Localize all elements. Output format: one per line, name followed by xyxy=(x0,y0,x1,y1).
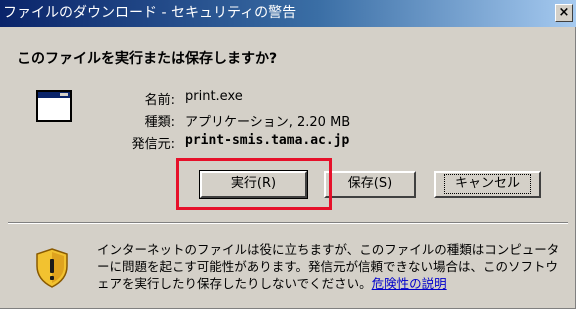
cancel-button-label: キャンセル xyxy=(443,174,531,194)
name-value: print.exe xyxy=(185,89,243,104)
close-icon: × xyxy=(558,5,570,20)
file-download-dialog: ファイルのダウンロード - セキュリティの警告 × このファイルを実行または保存… xyxy=(0,0,576,309)
type-value: アプリケーション, 2.20 MB xyxy=(185,115,351,130)
from-value: print-smis.tama.ac.jp xyxy=(185,133,350,148)
window-title: ファイルのダウンロード - セキュリティの警告 xyxy=(3,5,297,21)
name-label: 名前: xyxy=(144,93,175,108)
risk-explanation-link[interactable]: 危険性の説明 xyxy=(372,276,447,291)
dialog-question: このファイルを実行または保存しますか? xyxy=(17,51,278,67)
warning-text: インターネットのファイルは役に立ちますが、このファイルの種類はコンピューターに問… xyxy=(97,242,560,291)
warning-message: インターネットのファイルは役に立ちますが、このファイルの種類はコンピューターに問… xyxy=(97,241,565,292)
save-button[interactable]: 保存(S) xyxy=(324,171,416,198)
icon-window-button xyxy=(60,93,68,96)
application-window-icon xyxy=(36,90,72,122)
run-button-highlight xyxy=(176,158,332,210)
warning-separator xyxy=(8,222,568,224)
close-button[interactable]: × xyxy=(555,4,573,22)
shield-warning-icon xyxy=(36,248,68,288)
title-bar: ファイルのダウンロード - セキュリティの警告 × xyxy=(0,0,576,27)
from-label: 発信元: xyxy=(131,137,175,152)
save-button-label: 保存(S) xyxy=(347,176,393,191)
cancel-button[interactable]: キャンセル xyxy=(434,171,541,198)
type-label: 種類: xyxy=(144,115,175,130)
